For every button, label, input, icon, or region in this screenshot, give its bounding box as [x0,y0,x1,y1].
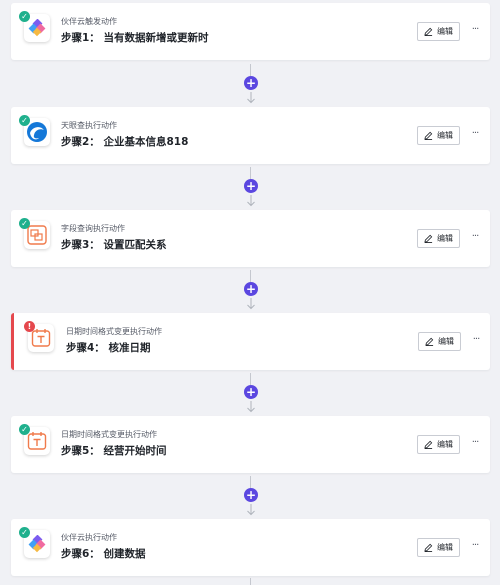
more-options-button[interactable]: ··· [469,333,483,349]
edit-label: 编辑 [437,234,453,243]
more-options-button[interactable]: ··· [468,23,482,39]
edit-button[interactable]: 编辑 [417,22,460,41]
success-check-icon: ✓ [19,527,30,538]
pencil-icon [424,234,433,243]
add-step-button[interactable]: + [244,179,258,193]
edit-button[interactable]: 编辑 [417,435,460,454]
step-app-name: 字段查询执行动作 [61,224,125,233]
connector-6 [243,578,259,585]
arrow-down-icon [247,401,255,413]
edit-button[interactable]: 编辑 [418,332,461,351]
step-title: 步骤1： 当有数据新增或更新时 [61,32,209,44]
edit-button[interactable]: 编辑 [417,229,460,248]
add-step-button[interactable]: + [244,282,258,296]
step-app-name: 日期时间格式变更执行动作 [61,430,157,439]
step-title: 步骤5： 经营开始时间 [61,445,167,457]
more-options-button[interactable]: ··· [468,230,482,246]
connector-4: + [243,373,259,419]
step-card-3[interactable]: ✓ 字段查询执行动作 步骤3： 设置匹配关系 编辑 ··· [11,210,490,267]
success-check-icon: ✓ [19,11,30,22]
step-app-name: 日期时间格式变更执行动作 [66,327,162,336]
step-card-5[interactable]: ✓ 日期时间格式变更执行动作 步骤5： 经营开始时间 编辑 ··· [11,416,490,473]
pencil-icon [424,440,433,449]
step-card-4[interactable]: ! 日期时间格式变更执行动作 步骤4： 核准日期 编辑 ··· [11,313,490,370]
pencil-icon [425,337,434,346]
arrow-down-icon [247,195,255,207]
step-title: 步骤3： 设置匹配关系 [61,239,167,251]
more-options-button[interactable]: ··· [468,127,482,143]
pencil-icon [424,27,433,36]
step-card-2[interactable]: ✓ 天眼查执行动作 步骤2： 企业基本信息818 编辑 ··· [11,107,490,164]
pencil-icon [424,131,433,140]
success-check-icon: ✓ [19,424,30,435]
arrow-down-icon [247,92,255,104]
step-card-6[interactable]: ✓ 伙伴云执行动作 步骤6： 创建数据 编辑 ··· [11,519,490,576]
edit-label: 编辑 [437,543,453,552]
connector-5: + [243,476,259,522]
more-options-button[interactable]: ··· [468,436,482,452]
step-app-name: 伙伴云执行动作 [61,533,117,542]
arrow-down-icon [247,298,255,310]
edit-label: 编辑 [437,131,453,140]
add-step-button[interactable]: + [244,488,258,502]
edit-button[interactable]: 编辑 [417,126,460,145]
step-card-1[interactable]: ✓ 伙伴云触发动作 步骤1： 当有数据新增或更新时 编辑 ··· [11,3,490,60]
step-title: 步骤2： 企业基本信息818 [61,136,189,148]
error-alert-icon: ! [24,321,35,332]
arrow-down-icon [247,504,255,516]
step-app-name: 伙伴云触发动作 [61,17,117,26]
connector-1: + [243,64,259,110]
edit-button[interactable]: 编辑 [417,538,460,557]
step-title: 步骤6： 创建数据 [61,548,146,560]
more-options-button[interactable]: ··· [468,539,482,555]
connector-2: + [243,167,259,213]
add-step-button[interactable]: + [244,385,258,399]
pencil-icon [424,543,433,552]
edit-label: 编辑 [437,27,453,36]
connector-3: + [243,270,259,316]
step-app-name: 天眼查执行动作 [61,121,117,130]
success-check-icon: ✓ [19,218,30,229]
success-check-icon: ✓ [19,115,30,126]
step-title: 步骤4： 核准日期 [66,342,151,354]
edit-label: 编辑 [437,440,453,449]
add-step-button[interactable]: + [244,76,258,90]
edit-label: 编辑 [438,337,454,346]
